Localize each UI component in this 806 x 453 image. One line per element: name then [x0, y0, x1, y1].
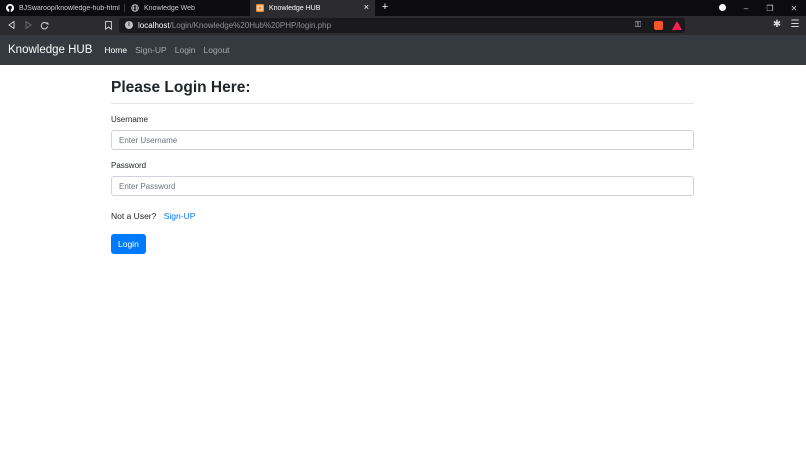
back-icon[interactable] — [6, 19, 18, 31]
tab-title: Knowledge Web — [144, 4, 195, 12]
github-icon — [6, 4, 14, 12]
tab-title: Knowledge HUB — [269, 4, 321, 12]
browser-tab-github[interactable]: BJSwaroop/knowledge-hub-html — [0, 0, 125, 16]
url-text: localhost/Login/Knowledge%20Hub%20PHP/lo… — [138, 20, 331, 31]
restore-button[interactable]: ❐ — [758, 4, 782, 13]
reload-icon[interactable] — [38, 19, 50, 31]
url-host: localhost — [138, 21, 170, 30]
login-form: Please Login Here: Username Password Not… — [111, 65, 694, 254]
window-controls: – ❐ ✕ — [734, 0, 806, 16]
username-input[interactable] — [111, 130, 694, 150]
brave-shield-icon[interactable] — [654, 21, 663, 30]
site-info-icon[interactable]: i — [125, 21, 133, 29]
close-tab-icon[interactable]: × — [364, 3, 369, 12]
signup-link[interactable]: Sign-UP — [164, 211, 196, 221]
nav-link-logout[interactable]: Logout — [204, 45, 230, 55]
bookmark-icon[interactable] — [102, 19, 114, 31]
forward-icon[interactable] — [22, 19, 34, 31]
not-user-text: Not a User? — [111, 211, 157, 221]
login-button[interactable]: Login — [111, 234, 146, 254]
key-icon[interactable]: ⚿ — [635, 20, 641, 30]
profile-icon[interactable] — [719, 4, 726, 11]
menu-icon[interactable]: ☰ — [788, 18, 802, 32]
browser-toolbar: i localhost/Login/Knowledge%20Hub%20PHP/… — [0, 16, 806, 35]
username-label: Username — [111, 115, 148, 124]
tab-title: BJSwaroop/knowledge-hub-html — [19, 4, 120, 12]
extensions-icon[interactable]: ✱ — [770, 18, 784, 32]
site-navbar: Knowledge HUB Home Sign-UP Login Logout — [0, 35, 806, 65]
divider — [111, 103, 694, 104]
address-bar[interactable]: i localhost/Login/Knowledge%20Hub%20PHP/… — [119, 18, 685, 33]
url-path: /Login/Knowledge%20Hub%20PHP/login.php — [169, 21, 332, 30]
browser-tab-strip: BJSwaroop/knowledge-hub-html Knowledge W… — [0, 0, 806, 16]
browser-tab-knowledge-hub[interactable]: Knowledge HUB × — [250, 0, 375, 16]
page-title: Please Login Here: — [111, 79, 251, 96]
password-label: Password — [111, 161, 147, 170]
nav-link-signup[interactable]: Sign-UP — [135, 45, 167, 55]
signup-prompt: Not a User? Sign-UP — [111, 211, 694, 222]
minimize-button[interactable]: – — [734, 4, 758, 13]
password-input[interactable] — [111, 176, 694, 196]
nav-link-home[interactable]: Home — [104, 45, 127, 55]
site-brand[interactable]: Knowledge HUB — [8, 44, 92, 56]
brave-rewards-icon[interactable] — [672, 21, 682, 30]
site-favicon — [256, 4, 264, 12]
new-tab-button[interactable]: + — [378, 0, 392, 16]
browser-tab-knowledge-web[interactable]: Knowledge Web — [125, 0, 250, 16]
nav-link-login[interactable]: Login — [175, 45, 196, 55]
close-window-button[interactable]: ✕ — [782, 4, 806, 13]
globe-icon — [131, 4, 139, 12]
